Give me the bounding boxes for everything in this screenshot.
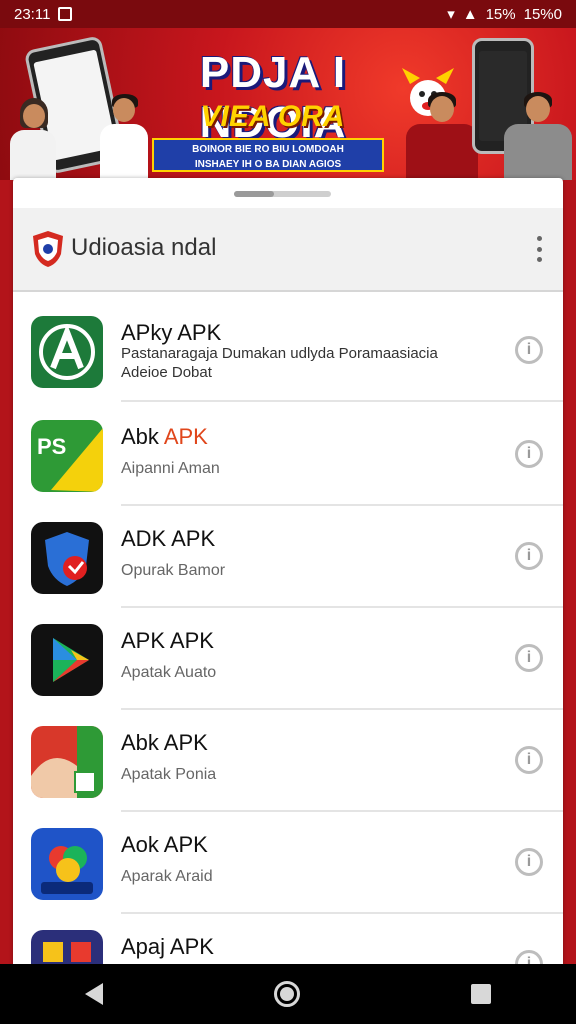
app-subtitle: Pastanaragaja Dumakan udlyda Poramaasiac… <box>121 345 438 381</box>
app-header-title: Udioasia ndal <box>71 234 217 261</box>
sheet-drag-handle[interactable] <box>234 191 331 197</box>
app-header: Udioasia ndal <box>13 208 563 292</box>
list-item[interactable]: Abk APK Apatak Ponia i <box>13 710 563 812</box>
notification-icon <box>58 7 73 21</box>
battery-extra: 15%0 <box>523 5 562 23</box>
app-title: APky APK <box>121 320 222 345</box>
info-icon[interactable]: i <box>515 440 543 468</box>
svg-text:PS: PS <box>37 434 66 459</box>
person-illustration-3 <box>400 92 480 180</box>
app-subtitle: Aipanni Aman <box>121 460 220 477</box>
promo-banner[interactable]: PDJA I NDOIA VIEA ORA PAISIA BOINOR BIE … <box>0 28 576 180</box>
banner-tagline: BOINOR BIE RO BIU LOMDOAH INSHAEY IH O B… <box>152 138 384 172</box>
info-icon[interactable]: i <box>515 848 543 876</box>
person-illustration-4 <box>504 92 572 180</box>
app-subtitle: Aparak Araid <box>121 868 213 885</box>
list-item[interactable]: Aok APK Aparak Araid i <box>13 812 563 914</box>
list-item[interactable]: APK APK Apatak Auato i <box>13 608 563 710</box>
app-subtitle: Opurak Bamor <box>121 562 226 579</box>
app-title: Apaj APK <box>121 934 214 959</box>
info-icon[interactable]: i <box>515 336 543 364</box>
app-title: ADK APK <box>121 526 216 551</box>
wifi-icon: ▾ <box>447 6 455 23</box>
tagline-line-1: BOINOR BIE RO BIU LOMDOAH <box>192 144 344 155</box>
app-list-sheet: Udioasia ndal APky APK Pastanaragaja Dum… <box>13 178 563 978</box>
ps-leaf-icon: PS <box>31 420 103 492</box>
status-time: 23:11 <box>14 5 51 23</box>
overflow-menu-icon[interactable] <box>535 236 543 262</box>
app-subtitle: Apatak Auato <box>121 664 217 681</box>
battery-text: 15% <box>485 5 516 23</box>
a-logo-icon <box>31 316 103 388</box>
system-navigation-bar <box>0 964 576 1024</box>
list-item[interactable]: PS Abk APK Aipanni Aman i <box>13 404 563 506</box>
info-icon[interactable]: i <box>515 542 543 570</box>
app-subtitle: Apatak Ponia <box>121 766 217 783</box>
app-title: APK APK <box>121 628 214 653</box>
home-icon[interactable] <box>273 981 300 1007</box>
tagline-line-2: INSHAEY IH O BA DIAN AGIOS <box>194 159 342 170</box>
app-title: Abk APK <box>121 424 208 449</box>
app-title: Aok APK <box>121 832 208 857</box>
status-bar: 23:11 ▾ ▲ 15% 15%0 <box>0 0 576 28</box>
app-title: Abk APK <box>121 730 208 755</box>
signal-icon: ▲ <box>462 5 478 23</box>
photo-icon <box>31 726 103 798</box>
app-title-accent: APK <box>163 424 208 449</box>
shield-logo-icon <box>33 231 63 267</box>
back-icon[interactable] <box>85 983 104 1005</box>
divider <box>121 400 563 402</box>
play-icon <box>31 624 103 696</box>
recent-apps-icon[interactable] <box>470 984 491 1004</box>
person-illustration-1 <box>8 98 58 180</box>
list-item[interactable]: ADK APK Opurak Bamor i <box>13 506 563 608</box>
swirl-icon <box>31 828 103 900</box>
info-icon[interactable]: i <box>515 644 543 672</box>
shield-icon <box>31 522 103 594</box>
info-icon[interactable]: i <box>515 746 543 774</box>
list-item[interactable]: APky APK Pastanaragaja Dumakan udlyda Po… <box>13 300 563 402</box>
